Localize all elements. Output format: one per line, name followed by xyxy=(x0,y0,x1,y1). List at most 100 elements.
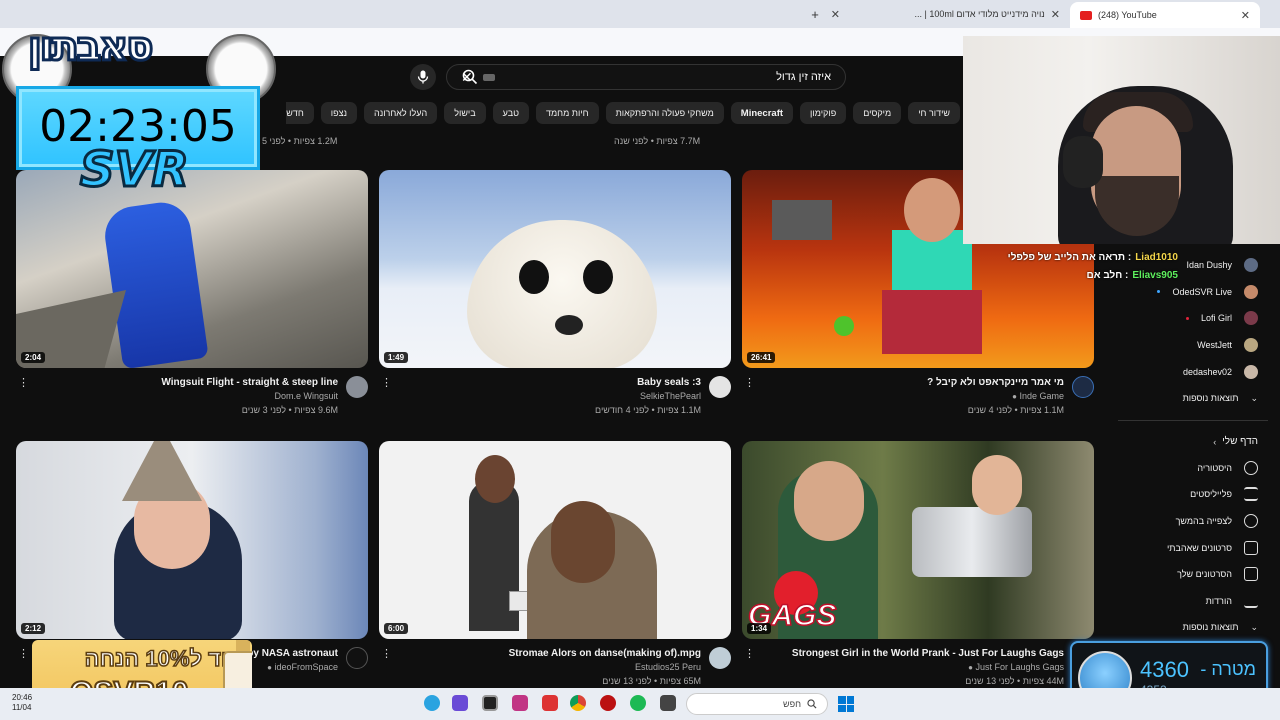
chip[interactable]: חדש בשבילך xyxy=(286,102,314,124)
show-more-subscriptions[interactable]: ⌄ תוצאות נוספות xyxy=(1118,385,1268,412)
sidebar-item-liked-videos[interactable]: סרטונים שאהבתי xyxy=(1118,534,1268,561)
search-input[interactable]: איזה זין גדול xyxy=(505,71,831,83)
more-options-icon[interactable]: ⋮ xyxy=(744,376,755,389)
channel-name[interactable]: ● ideoFromSpace xyxy=(267,662,338,672)
verified-icon: ● xyxy=(968,663,973,672)
chip[interactable]: שידור חי xyxy=(908,102,960,124)
show-more-label: תוצאות נוספות xyxy=(1182,393,1239,404)
chip[interactable]: העלו לאחרונה xyxy=(363,102,438,124)
show-more-items[interactable]: ⌄ תוצאות נוספות xyxy=(1118,614,1268,641)
subscription-item[interactable]: dedashev02 xyxy=(1118,358,1268,385)
chip[interactable]: מיקסים xyxy=(853,102,902,124)
sidebar-item-your-videos[interactable]: הסרטונים שלך xyxy=(1118,561,1268,588)
video-thumbnail[interactable]: 6:00 xyxy=(379,441,731,639)
show-more-label: תוצאות נוספות xyxy=(1182,622,1239,633)
video-card[interactable]: 1:49 Baby seals :3 SelkieThePearl 1.1M צ… xyxy=(379,170,731,436)
live-indicator xyxy=(1157,290,1161,294)
subscription-item[interactable]: WestJett xyxy=(1118,332,1268,359)
channel-avatar xyxy=(1244,364,1258,379)
download-icon xyxy=(1244,594,1258,608)
video-card[interactable]: 6:00 Stromae Alors on danse(making of).m… xyxy=(379,441,731,707)
video-thumbnail[interactable]: 1:49 xyxy=(379,170,731,368)
video-duration: 1:34 xyxy=(747,623,772,634)
channel-avatar[interactable] xyxy=(709,647,731,669)
telegram-icon[interactable] xyxy=(424,695,440,711)
app-icon[interactable] xyxy=(542,695,558,711)
chat-text: : חלב אם xyxy=(1086,269,1129,281)
tab-youtube[interactable]: ✕ (248) YouTube xyxy=(1070,2,1260,28)
channel-name[interactable]: Dom.e Wingsuit xyxy=(274,391,338,401)
close-tab-icon[interactable]: ✕ xyxy=(1051,8,1060,21)
brand-label: SVR xyxy=(79,141,191,200)
taskbar-clock[interactable]: 20:46 11/04 xyxy=(12,693,32,713)
chat-overlay: Liad1010: תראה את הלייב של פלפלי Eliavs9… xyxy=(968,248,1178,284)
chevron-left-icon: ‹ xyxy=(1213,436,1217,447)
tab-title: (248) YouTube xyxy=(1098,10,1157,20)
subscription-name: Idan Dushy xyxy=(1186,260,1232,271)
video-title[interactable]: Wingsuit Flight - straight & steep line xyxy=(28,376,338,389)
chip[interactable]: משחקי פעולה והרפתקאות xyxy=(605,102,724,124)
tab-product[interactable]: ✕ נויה מידנייט מלודי אדום 100ml | ... xyxy=(850,3,1070,25)
channel-avatar[interactable] xyxy=(709,376,731,398)
voice-search-button[interactable] xyxy=(410,64,436,90)
video-thumbnail[interactable]: GAGS 1:34 xyxy=(742,441,1094,639)
channel-name[interactable]: Estudios25 Peru xyxy=(635,662,701,672)
clock-icon xyxy=(1244,514,1258,529)
verified-icon: ● xyxy=(1012,392,1017,401)
video-meta: 1.1M צפיות • לפני 4 חודשים xyxy=(595,405,701,415)
more-options-icon[interactable]: ⋮ xyxy=(744,647,755,660)
taskbar-search[interactable]: חפש xyxy=(686,693,828,715)
app-icon[interactable] xyxy=(452,695,468,711)
more-options-icon[interactable]: ⋮ xyxy=(381,647,392,660)
subathon-overlay: סאבתון 02:23:05 SVR xyxy=(0,0,276,210)
channel-avatar[interactable] xyxy=(346,376,368,398)
chip[interactable]: נצפו xyxy=(320,102,357,124)
video-card[interactable]: GAGS 1:34 Strongest Girl in the World Pr… xyxy=(742,441,1094,707)
spotify-icon[interactable] xyxy=(630,695,646,711)
channel-name-text: Just For Laughs Gags xyxy=(975,662,1064,672)
more-options-icon[interactable]: ⋮ xyxy=(18,376,29,389)
channel-avatar xyxy=(1244,311,1258,326)
sidebar-item-downloads[interactable]: הורדות xyxy=(1118,588,1268,615)
app-icon[interactable] xyxy=(600,695,616,711)
more-options-icon[interactable]: ⋮ xyxy=(18,647,29,660)
chip[interactable]: טבע xyxy=(492,102,529,124)
tab-title: נויה מידנייט מלודי אדום 100ml | ... xyxy=(914,9,1045,19)
chevron-down-icon: ⌄ xyxy=(1250,621,1258,632)
search-box[interactable]: איזה זין גדול ✕ xyxy=(446,64,846,90)
channel-avatar[interactable] xyxy=(346,647,368,669)
video-title[interactable]: Stromae Alors on danse(making of).mpg xyxy=(391,647,701,660)
subscription-item[interactable]: Lofi Girl xyxy=(1118,305,1268,332)
app-icon[interactable] xyxy=(482,695,498,711)
close-tab-icon[interactable]: ✕ xyxy=(831,8,840,21)
file-explorer-icon[interactable] xyxy=(660,695,676,711)
more-options-icon[interactable]: ⋮ xyxy=(381,376,392,389)
instagram-icon[interactable] xyxy=(512,695,528,711)
tab-new[interactable]: ✕ + xyxy=(801,3,850,25)
live-indicator xyxy=(1185,316,1189,320)
video-title[interactable]: Strongest Girl in the World Prank - Just… xyxy=(754,647,1064,660)
windows-start-icon[interactable] xyxy=(838,696,854,712)
sidebar-item-history[interactable]: היסטוריה xyxy=(1118,455,1268,482)
video-thumbnail[interactable]: 2:12 xyxy=(16,441,368,639)
sidebar-item-watch-later[interactable]: לצפייה בהמשך xyxy=(1118,508,1268,535)
new-tab-icon[interactable]: + xyxy=(811,7,819,22)
channel-name[interactable]: ● Inde Game xyxy=(1012,391,1064,401)
channel-name[interactable]: ● Just For Laughs Gags xyxy=(968,662,1064,672)
chip[interactable]: Minecraft xyxy=(730,102,794,124)
sidebar-item-playlists[interactable]: פלייליסטים xyxy=(1118,481,1268,508)
my-page-header[interactable]: הדף שלי ‹ xyxy=(1118,429,1268,455)
chip[interactable]: בישול xyxy=(444,102,486,124)
webcam-overlay xyxy=(963,36,1280,244)
channel-avatar[interactable] xyxy=(1072,376,1094,398)
chip[interactable]: פוקימון xyxy=(800,102,847,124)
close-tab-icon[interactable]: ✕ xyxy=(1241,9,1250,22)
sidebar-item-label: הסרטונים שלך xyxy=(1177,569,1232,580)
channel-name[interactable]: SelkieThePearl xyxy=(640,391,701,401)
guide-sidebar: Idan Dushy OdedSVR Live Lofi Girl WestJe… xyxy=(1118,252,1268,688)
video-title[interactable]: מי אמר מיינקראפט ולא קיבל ? xyxy=(754,376,1064,389)
video-title[interactable]: Baby seals :3 xyxy=(391,376,701,389)
chip[interactable]: חיות מחמד xyxy=(535,102,599,124)
search-button[interactable] xyxy=(454,66,486,88)
chrome-icon[interactable] xyxy=(570,695,586,711)
